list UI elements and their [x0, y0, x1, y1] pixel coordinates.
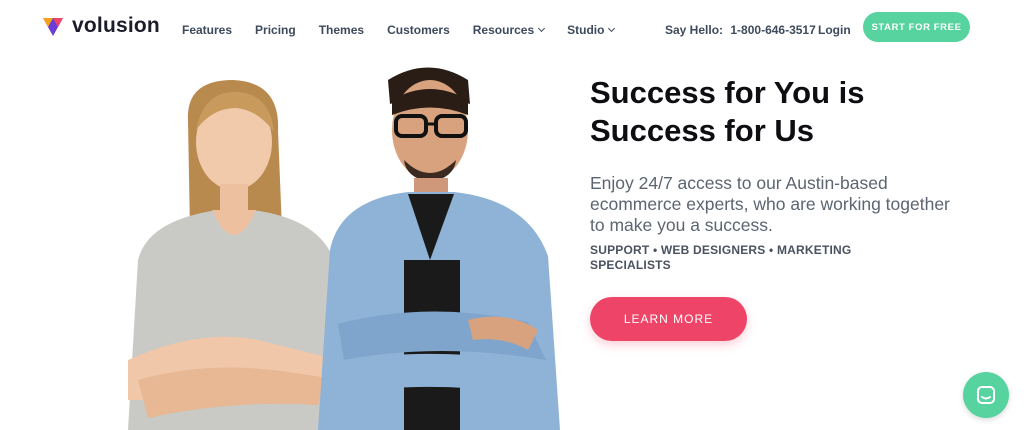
headline-line-2: Success for Us — [590, 113, 814, 148]
menu-item-label: Pricing — [255, 23, 296, 37]
menu-item-label: Themes — [318, 23, 365, 37]
hero-illustration — [128, 67, 560, 430]
menu-item-themes[interactable]: Themes — [319, 23, 364, 37]
volusion-logo-icon — [43, 18, 63, 36]
menu-item-resources[interactable]: Resources — [472, 23, 546, 37]
say-hello-label: Say Hello: — [665, 23, 724, 37]
start-for-free-button[interactable]: START FOR FREE — [863, 12, 970, 42]
menu-item-customers[interactable]: Customers — [387, 23, 450, 37]
main-menu: Features Pricing Themes Customers Resour… — [182, 23, 637, 37]
chat-bubble-icon — [977, 386, 995, 404]
top-navigation: volusion Features Pricing Themes Custome… — [0, 0, 1024, 60]
phone-number-link[interactable]: 1-800-646-3517 — [730, 23, 815, 37]
headline-line-1: Success for You is — [590, 75, 865, 110]
hero-photo-two-people — [108, 60, 563, 430]
menu-item-label: Resources — [472, 23, 535, 37]
login-link[interactable]: Login — [818, 23, 851, 37]
menu-item-label: Features — [182, 23, 233, 37]
chat-launcher-button[interactable] — [963, 372, 1009, 418]
chevron-down-icon — [538, 24, 546, 33]
brand-name: volusion — [72, 14, 160, 37]
menu-item-label: Customers — [387, 23, 450, 37]
say-hello: Say Hello: 1-800-646-3517 — [665, 23, 816, 37]
hero-headline: Success for You is Success for Us — [590, 74, 990, 150]
menu-item-pricing[interactable]: Pricing — [255, 23, 296, 37]
learn-more-button[interactable]: LEARN MORE — [590, 297, 747, 341]
chevron-down-icon — [608, 24, 616, 33]
hero-tags: SUPPORT • WEB DESIGNERS • MARKETING SPEC… — [590, 243, 852, 272]
menu-item-studio[interactable]: Studio — [567, 23, 616, 37]
volusion-logo[interactable]: volusion — [42, 14, 160, 38]
hero-subtext: Enjoy 24/7 access to our Austin-based ec… — [590, 173, 950, 235]
menu-item-features[interactable]: Features — [182, 23, 232, 37]
woman-figure — [128, 80, 348, 430]
menu-item-label: Studio — [567, 23, 605, 37]
man-figure — [318, 67, 560, 430]
